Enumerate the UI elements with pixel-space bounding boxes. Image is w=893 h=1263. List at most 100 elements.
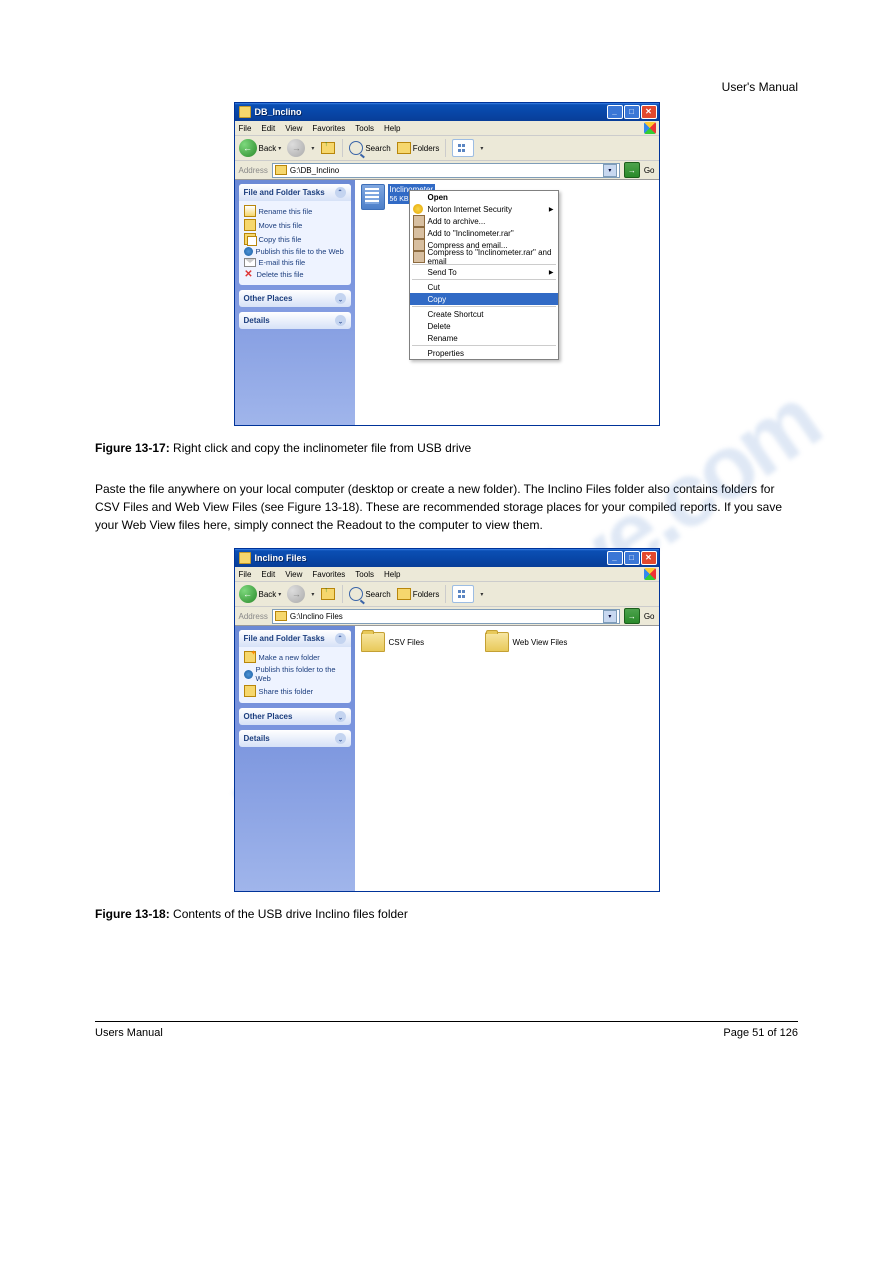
- other-places-header[interactable]: Other Places ⌃: [239, 290, 351, 307]
- views-button[interactable]: [452, 139, 474, 157]
- menu-file[interactable]: File: [239, 124, 252, 133]
- search-button[interactable]: Search: [349, 141, 390, 155]
- ctx-shortcut[interactable]: Create Shortcut: [410, 308, 558, 320]
- search-button[interactable]: Search: [349, 587, 390, 601]
- folder-web-view-files[interactable]: Web View Files: [485, 632, 568, 652]
- menu-favorites[interactable]: Favorites: [312, 124, 345, 133]
- back-dropdown-icon[interactable]: ▾: [278, 591, 281, 598]
- task-publish[interactable]: Publish this folder to the Web: [244, 664, 346, 684]
- address-dropdown-icon[interactable]: ▾: [603, 610, 617, 623]
- other-places-header[interactable]: Other Places ⌃: [239, 708, 351, 725]
- ctx-sendto[interactable]: Send To▶: [410, 266, 558, 278]
- maximize-button[interactable]: □: [624, 551, 640, 565]
- task-publish[interactable]: Publish this file to the Web: [244, 246, 346, 257]
- menu-help[interactable]: Help: [384, 570, 400, 579]
- search-label: Search: [365, 144, 390, 153]
- ctx-rename[interactable]: Rename: [410, 332, 558, 344]
- task-email[interactable]: E-mail this file: [244, 257, 346, 268]
- forward-button[interactable]: →: [287, 139, 305, 157]
- collapse-icon[interactable]: ⌃: [335, 633, 346, 644]
- back-button[interactable]: ← Back ▾: [239, 139, 282, 157]
- ctx-norton[interactable]: Norton Internet Security▶: [410, 203, 558, 215]
- ctx-properties[interactable]: Properties: [410, 347, 558, 359]
- sidebar: File and Folder Tasks ⌃ Make a new folde…: [235, 626, 355, 891]
- task-share[interactable]: Share this folder: [244, 684, 346, 698]
- menu-view[interactable]: View: [285, 570, 302, 579]
- ctx-copy[interactable]: Copy: [410, 293, 558, 305]
- file-folder-tasks-header[interactable]: File and Folder Tasks ⌃: [239, 184, 351, 201]
- back-dropdown-icon[interactable]: ▾: [278, 145, 281, 152]
- address-text: G:\Inclino Files: [290, 612, 343, 621]
- menu-help[interactable]: Help: [384, 124, 400, 133]
- menu-edit[interactable]: Edit: [261, 124, 275, 133]
- folders-button[interactable]: Folders: [397, 588, 440, 600]
- forward-dropdown-icon[interactable]: ▾: [311, 145, 314, 152]
- details-panel: Details ⌃: [239, 730, 351, 747]
- content-pane[interactable]: Inclinometer 56 KB Open Norton Internet …: [355, 180, 659, 425]
- file-folder-tasks-header[interactable]: File and Folder Tasks ⌃: [239, 630, 351, 647]
- menu-tools[interactable]: Tools: [355, 124, 374, 133]
- address-folder-icon: [275, 611, 287, 621]
- back-icon: ←: [239, 139, 257, 157]
- menu-favorites[interactable]: Favorites: [312, 570, 345, 579]
- norton-icon: [413, 204, 423, 214]
- task-delete[interactable]: ✕Delete this file: [244, 268, 346, 280]
- close-button[interactable]: ✕: [641, 105, 657, 119]
- ctx-cut[interactable]: Cut: [410, 281, 558, 293]
- menu-view[interactable]: View: [285, 124, 302, 133]
- menu-edit[interactable]: Edit: [261, 570, 275, 579]
- up-button[interactable]: [320, 586, 336, 602]
- views-icon: [458, 144, 468, 152]
- folders-icon: [397, 142, 411, 154]
- expand-icon[interactable]: ⌃: [335, 711, 346, 722]
- folders-button[interactable]: Folders: [397, 142, 440, 154]
- details-header[interactable]: Details ⌃: [239, 312, 351, 329]
- ctx-compress-rar-email[interactable]: Compress to "Inclinometer.rar" and email: [410, 251, 558, 263]
- address-dropdown-icon[interactable]: ▾: [603, 164, 617, 177]
- details-panel: Details ⌃: [239, 312, 351, 329]
- ctx-open[interactable]: Open: [410, 191, 558, 203]
- context-menu: Open Norton Internet Security▶ Add to ar…: [409, 190, 559, 360]
- views-dropdown-icon[interactable]: ▾: [480, 145, 483, 152]
- task-copy[interactable]: Copy this file: [244, 232, 346, 246]
- go-button[interactable]: →: [624, 608, 640, 624]
- views-button[interactable]: [452, 585, 474, 603]
- titlebar[interactable]: Inclino Files _ □ ✕: [235, 549, 659, 567]
- submenu-arrow-icon: ▶: [549, 206, 554, 213]
- minimize-button[interactable]: _: [607, 105, 623, 119]
- back-label: Back: [259, 590, 277, 599]
- expand-icon[interactable]: ⌃: [335, 733, 346, 744]
- search-label: Search: [365, 590, 390, 599]
- expand-icon[interactable]: ⌃: [335, 293, 346, 304]
- ctx-add-archive[interactable]: Add to archive...: [410, 215, 558, 227]
- ctx-add-rar[interactable]: Add to "Inclinometer.rar": [410, 227, 558, 239]
- forward-button[interactable]: →: [287, 585, 305, 603]
- maximize-button[interactable]: □: [624, 105, 640, 119]
- other-places-panel: Other Places ⌃: [239, 708, 351, 725]
- views-dropdown-icon[interactable]: ▾: [480, 591, 483, 598]
- folder-icon: [485, 632, 509, 652]
- go-button[interactable]: →: [624, 162, 640, 178]
- task-new-folder[interactable]: Make a new folder: [244, 650, 346, 664]
- up-button[interactable]: [320, 140, 336, 156]
- task-move[interactable]: Move this file: [244, 218, 346, 232]
- content-pane[interactable]: CSV Files Web View Files: [355, 626, 659, 891]
- address-input[interactable]: G:\Inclino Files ▾: [272, 609, 620, 624]
- views-icon: [458, 590, 468, 598]
- collapse-icon[interactable]: ⌃: [335, 187, 346, 198]
- task-rename[interactable]: Rename this file: [244, 204, 346, 218]
- folder-csv-files[interactable]: CSV Files: [361, 632, 425, 652]
- expand-icon[interactable]: ⌃: [335, 315, 346, 326]
- forward-dropdown-icon[interactable]: ▾: [311, 591, 314, 598]
- back-button[interactable]: ← Back ▾: [239, 585, 282, 603]
- details-header[interactable]: Details ⌃: [239, 730, 351, 747]
- menu-file[interactable]: File: [239, 570, 252, 579]
- ctx-delete[interactable]: Delete: [410, 320, 558, 332]
- address-input[interactable]: G:\DB_Inclino ▾: [272, 163, 620, 178]
- titlebar[interactable]: DB_Inclino _ □ ✕: [235, 103, 659, 121]
- tasks-header-label: File and Folder Tasks: [244, 188, 325, 197]
- close-button[interactable]: ✕: [641, 551, 657, 565]
- minimize-button[interactable]: _: [607, 551, 623, 565]
- rename-icon: [244, 205, 256, 217]
- menu-tools[interactable]: Tools: [355, 570, 374, 579]
